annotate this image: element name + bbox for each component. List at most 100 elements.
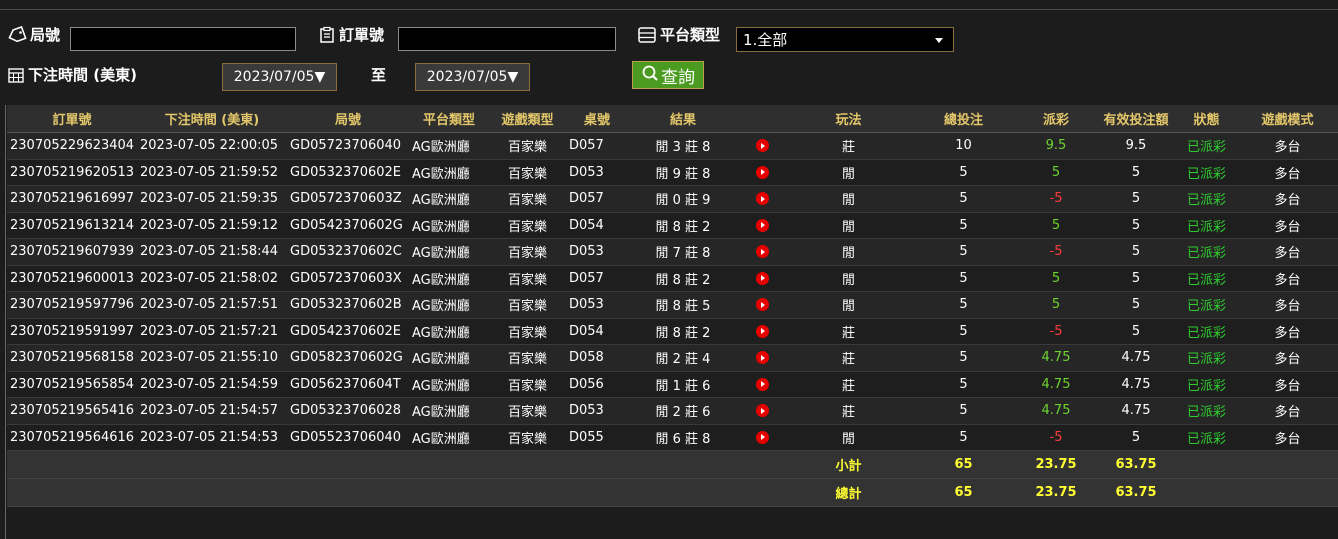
- col-header-mode[interactable]: 遊戲模式: [1237, 105, 1338, 133]
- col-header-total-bet[interactable]: 總投注: [911, 105, 1016, 133]
- cell-order[interactable]: 230705219568158: [7, 344, 137, 372]
- cell-game-type: 百家樂: [489, 265, 566, 292]
- subtotal-valid: 63.75: [1096, 450, 1176, 479]
- subtotal-label: 小計: [786, 450, 911, 479]
- cell-video[interactable]: [738, 397, 786, 425]
- cell-table-no: D053: [566, 159, 628, 186]
- play-video-icon[interactable]: [755, 245, 769, 259]
- table-row: 230705219620513 2023-07-05 21:59:52 GD0532…: [7, 159, 1338, 186]
- cell-video[interactable]: [738, 371, 786, 398]
- cell-order[interactable]: 230705219565416: [7, 397, 137, 425]
- table-row: 230705229623404 2023-07-05 22:00:05 GD0572…: [7, 132, 1338, 160]
- cell-game-type: 百家樂: [489, 397, 566, 425]
- cell-play: 莊: [786, 132, 911, 160]
- cell-status: 已派彩: [1176, 212, 1237, 239]
- search-icon: [641, 64, 659, 87]
- cell-time: 2023-07-05 21:59:12: [137, 212, 287, 239]
- total-spacer-end: [1176, 478, 1338, 507]
- cell-mode: 多台: [1237, 212, 1338, 239]
- play-video-icon[interactable]: [755, 192, 769, 206]
- cell-table-no: D057: [566, 132, 628, 160]
- cell-time: 2023-07-05 21:55:10: [137, 344, 287, 372]
- cell-video[interactable]: [738, 344, 786, 372]
- query-button[interactable]: 查詢: [632, 61, 704, 89]
- play-video-icon[interactable]: [755, 351, 769, 365]
- cell-status: 已派彩: [1176, 318, 1237, 345]
- cell-payout: 5: [1016, 265, 1096, 292]
- cell-valid-bet: 5: [1096, 291, 1176, 319]
- cell-video[interactable]: [738, 185, 786, 213]
- col-header-platform[interactable]: 平台類型: [409, 105, 489, 133]
- cell-result: 閒 1 莊 6: [628, 371, 738, 398]
- cell-time: 2023-07-05 21:58:44: [137, 238, 287, 266]
- bureau-input[interactable]: [70, 27, 296, 51]
- table-row: 230705219600013 2023-07-05 21:58:02 GD0572…: [7, 265, 1338, 292]
- play-video-icon[interactable]: [755, 139, 769, 153]
- cell-payout: 4.75: [1016, 344, 1096, 372]
- cell-payout: 5: [1016, 159, 1096, 186]
- cell-result: 閒 8 莊 2: [628, 212, 738, 239]
- cell-game-type: 百家樂: [489, 212, 566, 239]
- cell-order[interactable]: 230705219620513: [7, 159, 137, 186]
- cell-video[interactable]: [738, 238, 786, 266]
- cell-table-no: D053: [566, 238, 628, 266]
- cell-platform: AG歐洲廳: [409, 265, 489, 292]
- col-header-payout[interactable]: 派彩: [1016, 105, 1096, 133]
- cell-mode: 多台: [1237, 318, 1338, 345]
- cell-total-bet: 5: [911, 318, 1016, 345]
- table-header-row: 訂單號 下注時間 (美東) 局號 平台類型 遊戲類型 桌號 結果 玩法 總投注 …: [7, 105, 1338, 133]
- cell-video[interactable]: [738, 265, 786, 292]
- cell-order[interactable]: 230705219565854: [7, 371, 137, 398]
- play-video-icon[interactable]: [755, 430, 769, 444]
- cell-order[interactable]: 230705219613214: [7, 212, 137, 239]
- col-header-order[interactable]: 訂單號: [7, 105, 137, 133]
- cell-video[interactable]: [738, 318, 786, 345]
- cell-time: 2023-07-05 22:00:05: [137, 132, 287, 160]
- play-video-icon[interactable]: [755, 404, 769, 418]
- cell-total-bet: 5: [911, 291, 1016, 319]
- cell-order[interactable]: 230705219600013: [7, 265, 137, 292]
- col-header-time[interactable]: 下注時間 (美東): [137, 105, 287, 133]
- order-input[interactable]: [398, 27, 616, 51]
- cell-result: 閒 9 莊 8: [628, 159, 738, 186]
- cell-status: 已派彩: [1176, 185, 1237, 213]
- subtotal-row: 小計 65 23.75 63.75: [7, 450, 1338, 479]
- cell-valid-bet: 5: [1096, 265, 1176, 292]
- top-divider: [0, 9, 1338, 10]
- col-header-bureau[interactable]: 局號: [287, 105, 409, 133]
- play-video-icon[interactable]: [755, 165, 769, 179]
- cell-result: 閒 3 莊 8: [628, 132, 738, 160]
- play-video-icon[interactable]: [755, 324, 769, 338]
- cell-order[interactable]: 230705219564616: [7, 424, 137, 451]
- cell-order[interactable]: 230705229623404: [7, 132, 137, 160]
- col-header-status[interactable]: 狀態: [1176, 105, 1237, 133]
- cell-order[interactable]: 230705219616997: [7, 185, 137, 213]
- cell-play: 閒: [786, 185, 911, 213]
- date-from-picker[interactable]: 2023/07/05▼: [222, 63, 337, 91]
- cell-video[interactable]: [738, 132, 786, 160]
- play-video-icon[interactable]: [755, 377, 769, 391]
- table-row: 230705219597796 2023-07-05 21:57:51 GD0532…: [7, 291, 1338, 319]
- cell-order[interactable]: 230705219591997: [7, 318, 137, 345]
- play-video-icon[interactable]: [755, 298, 769, 312]
- cell-play: 閒: [786, 238, 911, 266]
- cell-order[interactable]: 230705219607939: [7, 238, 137, 266]
- cell-video[interactable]: [738, 291, 786, 319]
- date-to-picker[interactable]: 2023/07/05▼: [415, 63, 530, 91]
- col-header-result[interactable]: 結果: [628, 105, 738, 133]
- col-header-table-no[interactable]: 桌號: [566, 105, 628, 133]
- cell-order[interactable]: 230705219597796: [7, 291, 137, 319]
- cell-time: 2023-07-05 21:54:53: [137, 424, 287, 451]
- col-header-play[interactable]: 玩法: [786, 105, 911, 133]
- platform-select[interactable]: 1.全部: [736, 27, 954, 52]
- play-video-icon[interactable]: [755, 271, 769, 285]
- cell-result: 閒 0 莊 9: [628, 185, 738, 213]
- cell-video[interactable]: [738, 159, 786, 186]
- cell-result: 閒 2 莊 4: [628, 344, 738, 372]
- cell-video[interactable]: [738, 424, 786, 451]
- cell-video[interactable]: [738, 212, 786, 239]
- col-header-valid-bet[interactable]: 有效投注額: [1096, 105, 1176, 133]
- cell-status: 已派彩: [1176, 265, 1237, 292]
- play-video-icon[interactable]: [755, 218, 769, 232]
- col-header-game-type[interactable]: 遊戲類型: [489, 105, 566, 133]
